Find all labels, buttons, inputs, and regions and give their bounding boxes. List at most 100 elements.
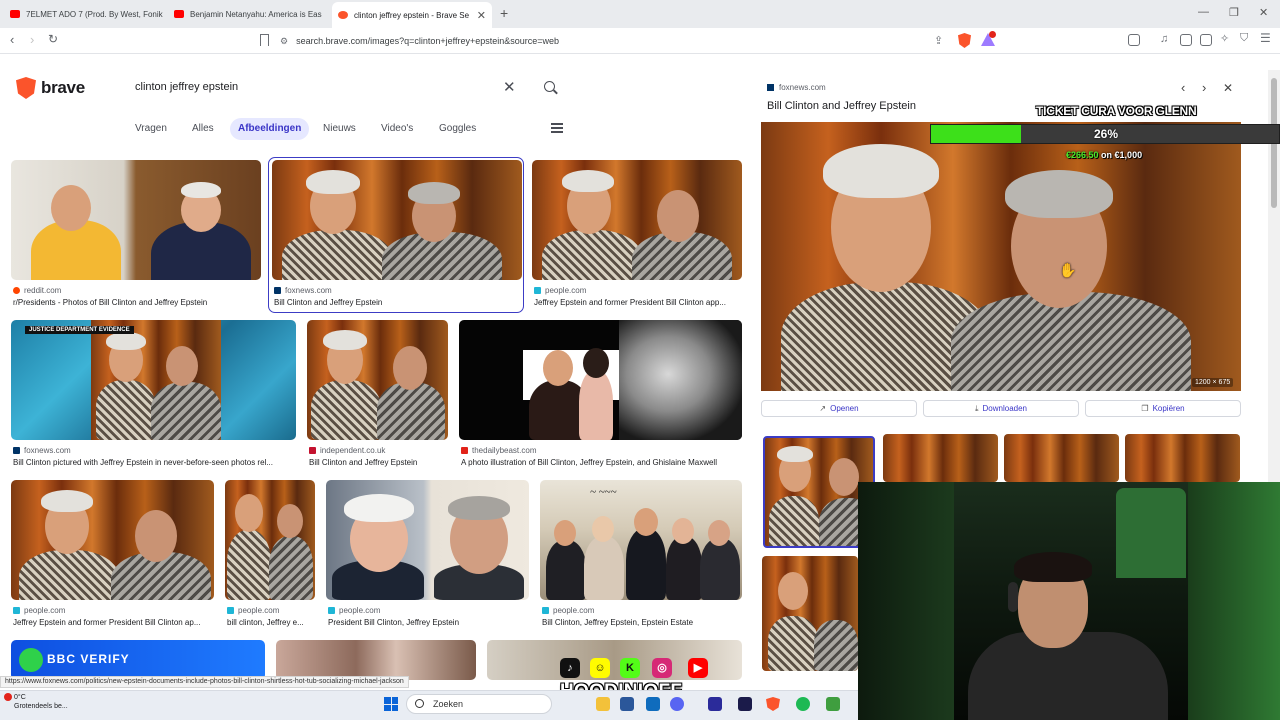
search-input[interactable]: clinton jeffrey epstein <box>135 81 238 93</box>
image-result[interactable]: people.com President Bill Clinton, Jeffr… <box>326 480 529 630</box>
sidebar-icon[interactable] <box>1180 34 1192 46</box>
image-result[interactable]: people.com Jeffrey Epstein and former Pr… <box>532 160 742 310</box>
image-result[interactable]: thedailybeast.com A photo illustration o… <box>459 320 742 470</box>
result-thumbnail[interactable] <box>276 640 476 680</box>
image-result[interactable] <box>276 640 476 680</box>
result-thumbnail[interactable] <box>11 160 261 280</box>
close-window-icon[interactable]: ✕ <box>1259 6 1268 19</box>
result-caption[interactable]: Bill Clinton and Jeffrey Epstein <box>274 298 522 307</box>
result-thumbnail[interactable] <box>459 320 742 440</box>
result-source[interactable]: people.com <box>13 606 65 615</box>
weather-widget[interactable]: 0°C Grotendeels be... <box>14 693 68 711</box>
close-preview-icon[interactable]: ✕ <box>1223 81 1233 95</box>
result-caption[interactable]: President Bill Clinton, Jeffrey Epstein <box>328 618 529 627</box>
app-icon[interactable] <box>646 697 660 711</box>
app-icon[interactable] <box>826 697 840 711</box>
tab-nieuws[interactable]: Nieuws <box>315 118 364 140</box>
result-caption[interactable]: Bill Clinton and Jeffrey Epstein <box>309 458 448 467</box>
close-tab-icon[interactable]: ✕ <box>471 9 486 22</box>
search-icon[interactable] <box>544 81 555 92</box>
clear-icon[interactable]: ✕ <box>503 78 516 96</box>
related-image[interactable] <box>883 434 998 482</box>
image-result[interactable]: reddit.com r/Presidents - Photos of Bill… <box>11 160 261 310</box>
preview-image[interactable]: ✋ <box>761 122 1241 391</box>
result-thumbnail[interactable]: ~ ~~~ <box>540 480 742 600</box>
result-source[interactable]: people.com <box>328 606 380 615</box>
result-thumbnail[interactable] <box>225 480 315 600</box>
taskbar-search[interactable]: Zoeken <box>406 694 552 714</box>
result-thumbnail[interactable] <box>532 160 742 280</box>
result-thumbnail[interactable] <box>307 320 448 440</box>
preview-source[interactable]: foxnews.com <box>767 83 826 92</box>
leo-ai-icon[interactable]: ✧ <box>1220 32 1229 45</box>
search-box[interactable]: clinton jeffrey epstein ✕ <box>120 72 567 104</box>
discord-icon[interactable] <box>670 697 684 711</box>
tab-goggles[interactable]: Goggles <box>431 118 484 140</box>
related-image[interactable] <box>762 556 858 671</box>
filters-icon[interactable] <box>551 122 563 134</box>
result-caption[interactable]: Bill Clinton pictured with Jeffrey Epste… <box>13 458 296 467</box>
menu-icon[interactable]: ☰ <box>1260 31 1271 45</box>
back-icon[interactable]: ‹ <box>10 32 14 47</box>
music-icon[interactable]: ♫ <box>1160 33 1168 45</box>
result-caption[interactable]: r/Presidents - Photos of Bill Clinton an… <box>13 298 261 307</box>
spotify-icon[interactable] <box>796 697 810 711</box>
image-result[interactable]: people.com bill clinton, Jeffrey e... <box>225 480 315 630</box>
image-result[interactable]: people.com Jeffrey Epstein and former Pr… <box>11 480 214 630</box>
result-source[interactable]: people.com <box>542 606 594 615</box>
tab-alles[interactable]: Alles <box>184 118 222 140</box>
result-caption[interactable]: Jeffrey Epstein and former President Bil… <box>534 298 742 307</box>
maximize-icon[interactable]: ❐ <box>1229 6 1239 19</box>
result-source[interactable]: people.com <box>227 606 279 615</box>
tab-videos[interactable]: Video's <box>373 118 421 140</box>
related-image[interactable] <box>1125 434 1240 482</box>
result-source[interactable]: thedailybeast.com <box>461 446 536 455</box>
result-source[interactable]: foxnews.com <box>13 446 71 455</box>
result-thumbnail[interactable]: JUSTICE DEPARTMENT EVIDENCE <box>11 320 296 440</box>
browser-tab[interactable]: Benjamin Netanyahu: America is Eas <box>168 4 328 24</box>
result-source[interactable]: foxnews.com <box>274 286 332 295</box>
file-explorer-icon[interactable] <box>596 697 610 711</box>
image-result-selected[interactable]: foxnews.com Bill Clinton and Jeffrey Eps… <box>272 160 522 310</box>
minimize-icon[interactable]: — <box>1198 6 1209 18</box>
next-image-icon[interactable]: › <box>1202 80 1206 95</box>
wallet-icon[interactable] <box>1128 34 1140 46</box>
tab-afbeeldingen[interactable]: Afbeeldingen <box>230 118 310 140</box>
tab-vragen[interactable]: Vragen <box>127 118 175 140</box>
site-info-icon[interactable]: ⚙ <box>280 36 288 47</box>
windows-start-icon[interactable] <box>384 697 398 711</box>
reload-icon[interactable]: ↻ <box>48 32 58 46</box>
share-icon[interactable]: ⇪ <box>934 34 943 47</box>
result-caption[interactable]: Bill Clinton, Jeffrey Epstein, Epstein E… <box>542 618 742 627</box>
image-result[interactable]: BBC VERIFY <box>11 640 265 680</box>
copy-button[interactable]: ❐ Kopiëren <box>1085 400 1241 417</box>
result-caption[interactable]: Jeffrey Epstein and former President Bil… <box>13 618 214 627</box>
app-icon[interactable] <box>620 697 634 711</box>
photoshop-icon[interactable] <box>708 697 722 711</box>
result-caption[interactable]: bill clinton, Jeffrey e... <box>227 618 315 627</box>
forward-icon[interactable]: › <box>30 32 34 47</box>
result-source[interactable]: reddit.com <box>13 286 61 295</box>
premiere-icon[interactable] <box>738 697 752 711</box>
vpn-icon[interactable]: ⛉ <box>1240 32 1248 45</box>
image-result[interactable]: JUSTICE DEPARTMENT EVIDENCE foxnews.com … <box>11 320 296 470</box>
previous-image-icon[interactable]: ‹ <box>1181 80 1185 95</box>
browser-tab-active[interactable]: clinton jeffrey epstein - Brave Se ✕ <box>332 2 492 28</box>
result-source[interactable]: people.com <box>534 286 586 295</box>
result-thumbnail[interactable] <box>272 160 522 280</box>
result-thumbnail[interactable]: BBC VERIFY <box>11 640 265 680</box>
bookmark-icon[interactable] <box>260 34 269 46</box>
brave-logo[interactable]: brave <box>16 77 85 99</box>
open-button[interactable]: ↗ Openen <box>761 400 917 417</box>
new-tab-button[interactable]: + <box>500 5 508 21</box>
image-result[interactable]: independent.co.uk Bill Clinton and Jeffr… <box>307 320 448 470</box>
result-caption[interactable]: A photo illustration of Bill Clinton, Je… <box>461 458 742 467</box>
download-button[interactable]: ⤓ Downloaden <box>923 400 1079 417</box>
result-source[interactable]: independent.co.uk <box>309 446 385 455</box>
playlist-icon[interactable] <box>1200 34 1212 46</box>
related-image[interactable] <box>1004 434 1119 482</box>
image-result[interactable]: ~ ~~~ people.com Bill Clinton, Jeffrey E… <box>540 480 742 630</box>
browser-tab[interactable]: 7ELMET ADO 7 (Prod. By West, Fonik <box>4 4 164 24</box>
result-thumbnail[interactable] <box>326 480 529 600</box>
url-field[interactable]: ⚙ search.brave.com/images?q=clinton+jeff… <box>280 31 1000 51</box>
